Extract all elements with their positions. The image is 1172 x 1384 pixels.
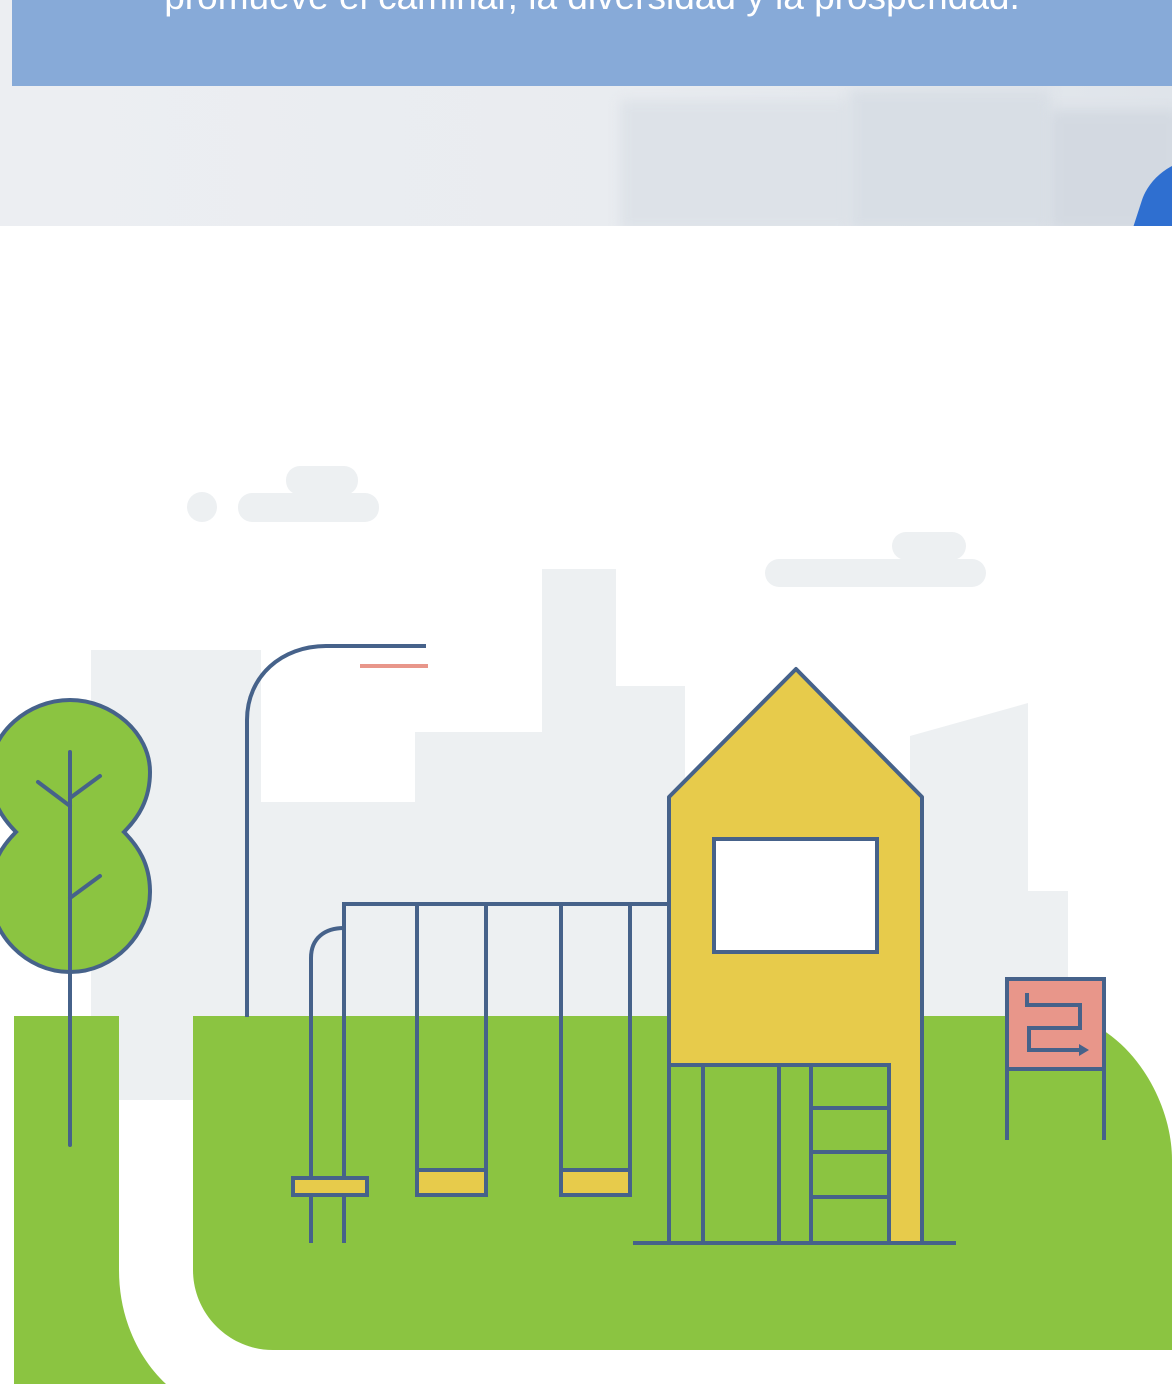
tagline-text: promueve el caminar, la diversidad y la … xyxy=(12,0,1172,22)
clouds xyxy=(187,466,986,587)
playhouse-window xyxy=(712,837,879,954)
playground-illustration xyxy=(0,466,1172,1384)
cloud-left-bottom xyxy=(238,493,379,522)
cloud-left-top xyxy=(286,466,358,495)
tagline-banner: promueve el caminar, la diversidad y la … xyxy=(12,0,1172,86)
playhouse-opening-left xyxy=(701,1063,781,1245)
cloud-dot xyxy=(187,492,217,522)
swing-seat xyxy=(559,1168,632,1197)
cloud-right-top xyxy=(892,532,966,560)
cloud-right-bottom xyxy=(765,559,986,587)
tree-crown xyxy=(0,697,153,975)
step-bar xyxy=(291,1176,369,1197)
swing-seat xyxy=(415,1168,488,1197)
